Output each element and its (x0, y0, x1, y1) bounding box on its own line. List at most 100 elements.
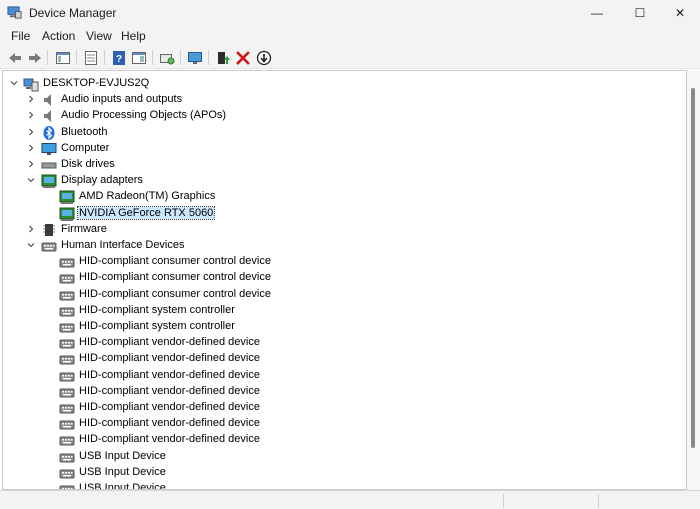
menu-file[interactable]: File (11, 29, 30, 43)
tree-item-label: HID-compliant vendor-defined device (79, 417, 260, 430)
monitor-icon (41, 141, 57, 157)
minimize-icon: — (591, 6, 603, 20)
close-icon: ✕ (674, 6, 686, 20)
scan-hardware-button[interactable] (158, 49, 175, 66)
tree-category[interactable]: Firmware (3, 222, 686, 238)
close-button[interactable]: ✕ (657, 0, 700, 26)
speaker-icon (41, 108, 57, 124)
menu-view[interactable]: View (86, 29, 112, 43)
collapse-chevron-right-icon[interactable] (25, 143, 37, 155)
tree-category[interactable]: Audio Processing Objects (APOs) (3, 108, 686, 124)
tree-category[interactable]: Disk drives (3, 157, 686, 173)
status-divider (598, 494, 599, 508)
tree-device[interactable]: USB Input Device (3, 465, 686, 481)
hid-icon (41, 238, 57, 254)
tree-device[interactable]: HID-compliant vendor-defined device (3, 335, 686, 351)
tree-device[interactable]: HID-compliant vendor-defined device (3, 384, 686, 400)
tree-device[interactable]: NVIDIA GeForce RTX 5060 (3, 205, 686, 222)
hid-icon (59, 270, 75, 286)
display-adapter-icon (41, 173, 57, 189)
tree-item-label: AMD Radeon(TM) Graphics (79, 190, 216, 203)
toolbar-separator (208, 50, 209, 65)
hid-icon (59, 384, 75, 400)
hid-icon (59, 449, 75, 465)
collapse-chevron-right-icon[interactable] (25, 159, 37, 171)
hid-icon (59, 303, 75, 319)
show-hide-tree-button[interactable] (54, 49, 71, 66)
vertical-scrollbar[interactable] (687, 70, 700, 490)
hid-icon (59, 254, 75, 270)
hid-icon (59, 319, 75, 335)
hid-icon (59, 368, 75, 384)
scrollbar-thumb[interactable] (691, 88, 695, 448)
scan-hardware-icon (159, 53, 174, 64)
tree-device[interactable]: HID-compliant system controller (3, 319, 686, 335)
tree-device[interactable]: HID-compliant vendor-defined device (3, 351, 686, 367)
svg-text:?: ? (115, 54, 121, 65)
action-pane-icon (131, 51, 146, 64)
forward-icon (28, 52, 41, 63)
tree-device[interactable]: HID-compliant vendor-defined device (3, 400, 686, 416)
disable-device-icon (256, 50, 271, 65)
computer-display-button[interactable] (186, 49, 203, 66)
tree-category[interactable]: Audio inputs and outputs (3, 92, 686, 108)
collapse-chevron-right-icon[interactable] (25, 110, 37, 122)
window-title: Device Manager (29, 6, 117, 20)
help-button[interactable]: ? (110, 49, 127, 66)
collapse-chevron-right-icon[interactable] (25, 224, 37, 236)
firmware-icon (41, 222, 57, 238)
hid-icon (59, 287, 75, 303)
tree-item-label: Audio inputs and outputs (61, 93, 183, 106)
toolbar-separator (104, 50, 105, 65)
tree-item-label: Firmware (61, 222, 107, 235)
expand-chevron-down-icon[interactable] (25, 175, 37, 187)
tree-root-computer[interactable]: DESKTOP-EVJUS2Q (3, 76, 686, 92)
hid-icon (59, 335, 75, 351)
status-bar (0, 490, 700, 509)
expand-chevron-down-icon[interactable] (8, 78, 20, 90)
hid-icon (59, 400, 75, 416)
minimize-button[interactable]: — (574, 0, 620, 26)
help-icon: ? (112, 50, 125, 65)
back-button[interactable] (6, 49, 23, 66)
show-hide-tree-icon (55, 51, 70, 64)
update-driver-icon (217, 51, 230, 64)
device-tree[interactable]: DESKTOP-EVJUS2Q Audio inputs and outputs A… (2, 70, 687, 490)
tree-device[interactable]: HID-compliant vendor-defined device (3, 368, 686, 384)
computer-display-icon (187, 51, 202, 64)
toolbar-separator (47, 50, 48, 65)
update-driver-button[interactable] (214, 49, 231, 66)
tree-item-label: USB Input Device (79, 465, 166, 478)
tree-device[interactable]: HID-compliant vendor-defined device (3, 432, 686, 448)
expand-chevron-down-icon[interactable] (25, 240, 37, 252)
tree-device[interactable]: USB Input Device (3, 449, 686, 465)
forward-button[interactable] (26, 49, 43, 66)
tree-device[interactable]: HID-compliant consumer control device (3, 287, 686, 303)
tree-device[interactable]: HID-compliant consumer control device (3, 270, 686, 286)
menu-action[interactable]: Action (42, 29, 75, 43)
menu-help[interactable]: Help (121, 29, 146, 43)
toolbar-separator (152, 50, 153, 65)
collapse-chevron-right-icon[interactable] (25, 94, 37, 106)
action-pane-button[interactable] (130, 49, 147, 66)
tree-item-label: HID-compliant system controller (79, 303, 235, 316)
tree-device[interactable]: HID-compliant consumer control device (3, 254, 686, 270)
tree-device[interactable]: AMD Radeon(TM) Graphics (3, 189, 686, 205)
collapse-chevron-right-icon[interactable] (25, 127, 37, 139)
tree-category[interactable]: Display adapters (3, 173, 686, 189)
tree-item-label: Display adapters (61, 174, 143, 187)
tree-device[interactable]: USB Input Device (3, 481, 686, 490)
disable-device-button[interactable] (255, 49, 272, 66)
tree-item-label: HID-compliant consumer control device (79, 287, 271, 300)
tree-device[interactable]: HID-compliant system controller (3, 303, 686, 319)
uninstall-device-button[interactable] (234, 49, 251, 66)
bluetooth-icon (41, 125, 57, 141)
tree-category[interactable]: Human Interface Devices (3, 238, 686, 254)
tree-device[interactable]: HID-compliant vendor-defined device (3, 416, 686, 432)
tree-category[interactable]: Computer (3, 141, 686, 157)
tree-item-label: USB Input Device (79, 482, 166, 490)
tree-category[interactable]: Bluetooth (3, 125, 686, 141)
toolbar: ? (0, 46, 700, 69)
properties-button[interactable] (82, 49, 99, 66)
tree-item-label: HID-compliant consumer control device (79, 255, 271, 268)
